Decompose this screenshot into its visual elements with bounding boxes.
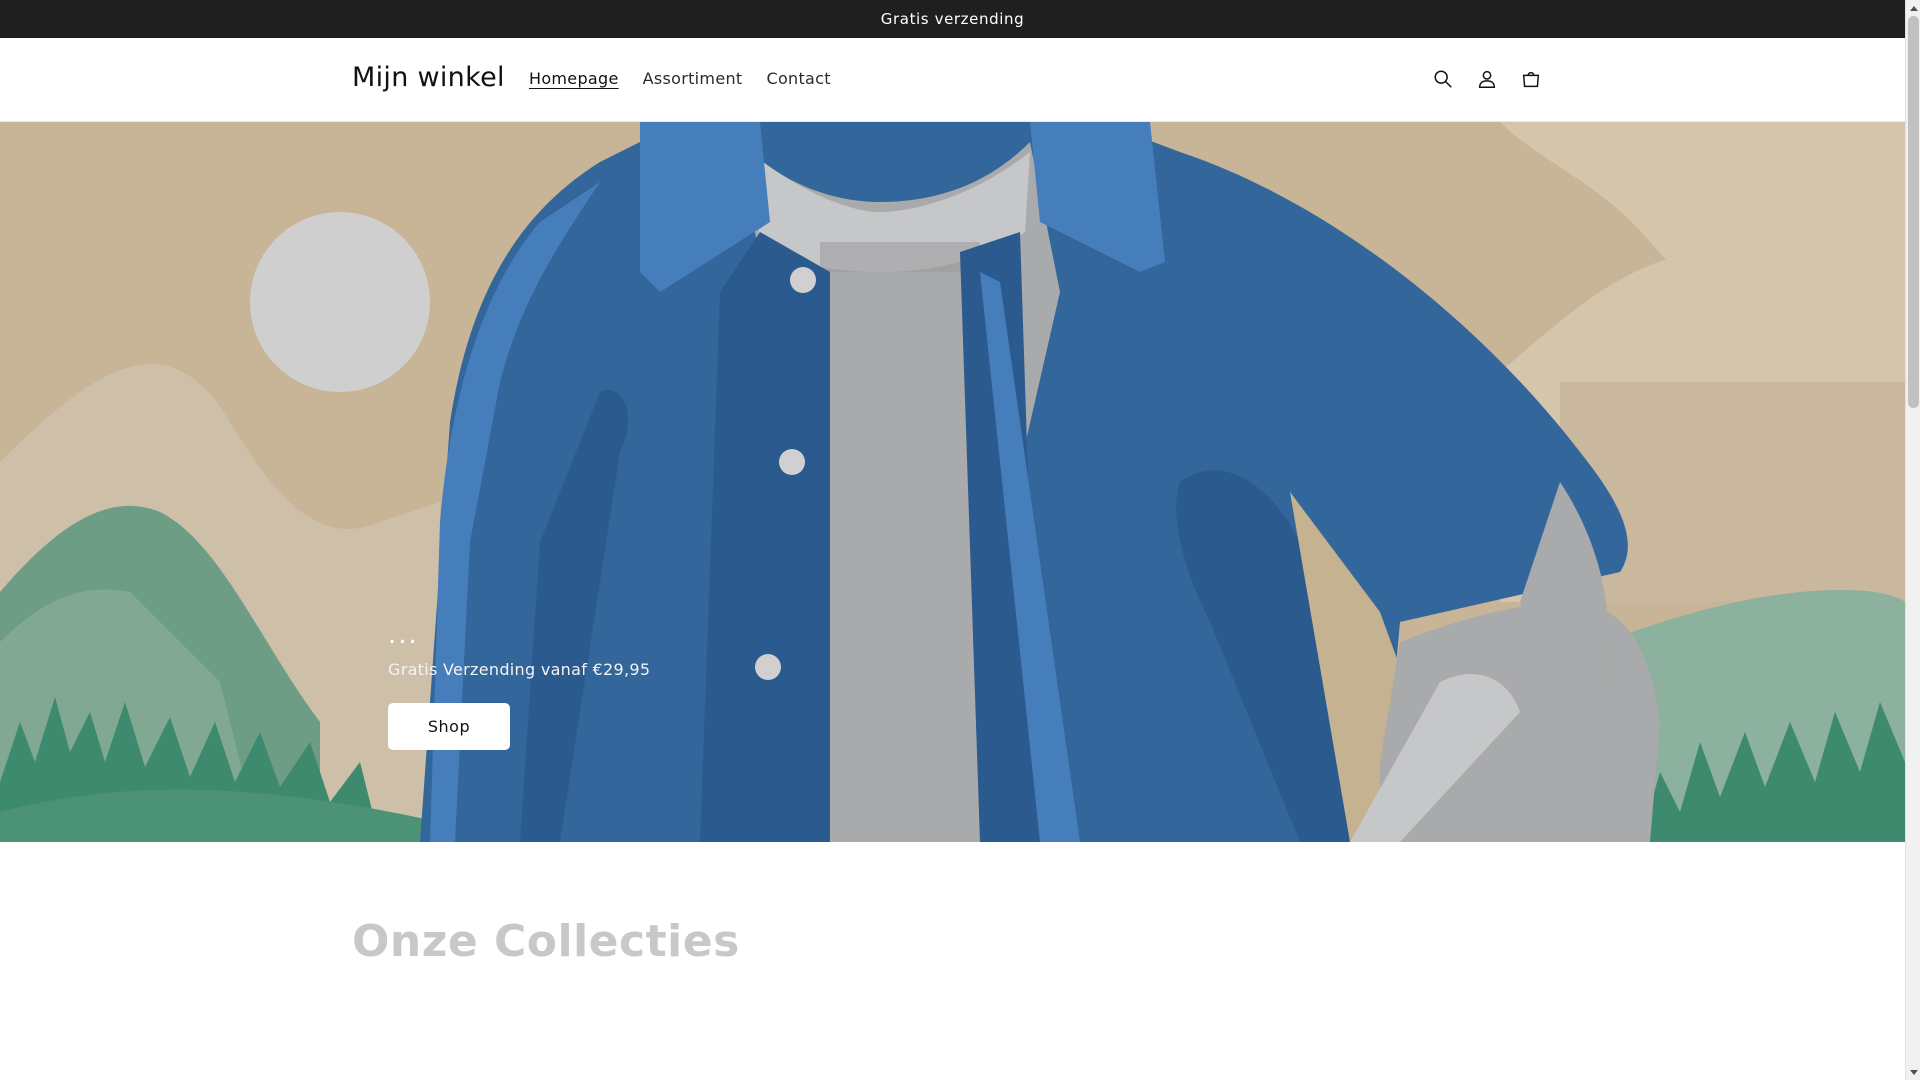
- announcement-bar: Gratis verzending: [0, 0, 1905, 38]
- scroll-down-arrow-icon[interactable]: [1906, 1065, 1920, 1080]
- account-button[interactable]: [1472, 64, 1502, 94]
- site-header: Mijn winkel Homepage Assortiment Contact: [0, 38, 1905, 122]
- hero-content: ... Gratis Verzending vanaf €29,95 Shop: [388, 622, 650, 750]
- hero-illustration: [0, 122, 1905, 842]
- search-button[interactable]: [1428, 64, 1458, 94]
- hero-heading: ...: [388, 620, 419, 650]
- store-logo[interactable]: Mijn winkel: [352, 62, 505, 93]
- scrollbar-thumb[interactable]: [1908, 16, 1919, 408]
- cart-icon: [1522, 71, 1540, 88]
- account-icon: [1478, 70, 1496, 88]
- shop-button[interactable]: Shop: [388, 703, 510, 750]
- collections-title: Onze Collecties: [352, 916, 740, 967]
- header-icons: [1428, 64, 1546, 94]
- announcement-text: Gratis verzending: [880, 10, 1025, 28]
- scroll-up-arrow-icon[interactable]: [1906, 0, 1920, 15]
- nav-link-assortiment[interactable]: Assortiment: [631, 69, 755, 88]
- search-icon: [1434, 70, 1452, 88]
- cart-button[interactable]: [1516, 64, 1546, 94]
- hero-banner: ... Gratis Verzending vanaf €29,95 Shop: [0, 122, 1905, 842]
- nav-link-homepage[interactable]: Homepage: [517, 69, 631, 88]
- page: Gratis verzending Mijn winkel Homepage A…: [0, 0, 1905, 1080]
- page-scrollbar[interactable]: [1905, 0, 1920, 1080]
- hero-subtext: Gratis Verzending vanaf €29,95: [388, 660, 651, 679]
- main-nav: Homepage Assortiment Contact: [517, 69, 843, 88]
- nav-link-contact[interactable]: Contact: [754, 69, 842, 88]
